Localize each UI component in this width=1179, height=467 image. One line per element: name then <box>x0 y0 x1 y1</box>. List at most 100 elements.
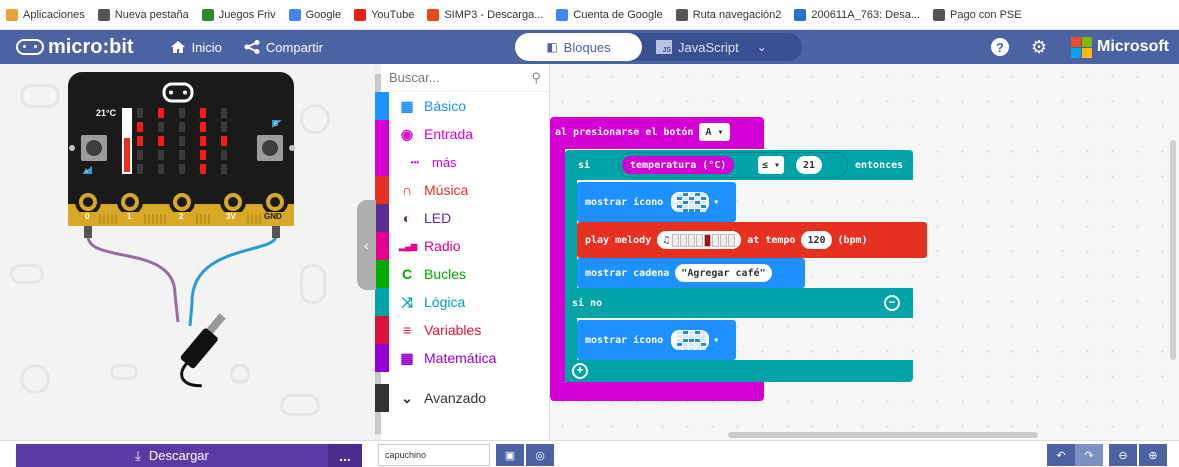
melody-note <box>696 233 704 247</box>
show-icon-block[interactable]: mostrar ícono ▾ <box>577 320 736 360</box>
melody-notes <box>672 233 736 247</box>
right-menu: ? ⚙ Microsoft <box>990 30 1179 64</box>
if-block-bottom <box>565 360 913 382</box>
github-button[interactable]: ◎ <box>526 444 554 466</box>
search-icon[interactable]: ⚲ <box>531 70 541 86</box>
javascript-mode-button[interactable]: JS JavaScript ⌄ <box>656 33 767 61</box>
bookmark-item[interactable]: 200611A_763: Desa... <box>794 8 920 21</box>
category-bucles[interactable]: C Bucles <box>375 260 549 288</box>
led <box>221 136 227 146</box>
string-input[interactable]: "Agregar café" <box>675 264 772 282</box>
icon-pixel <box>683 334 689 338</box>
save-button[interactable]: ▣ <box>496 444 524 466</box>
play-melody-block[interactable]: play melody ♫ at tempo 120 (bpm) <box>577 222 927 258</box>
icon-pixel <box>683 342 689 346</box>
led <box>221 108 227 118</box>
button-b[interactable] <box>262 140 278 156</box>
bookmark-item[interactable]: Juegos Friv <box>201 8 276 21</box>
svg-text:A: A <box>84 169 88 175</box>
project-name-input[interactable]: capuchino <box>378 444 490 466</box>
bookmark-item[interactable]: Aplicaciones <box>6 8 85 21</box>
help-icon[interactable]: ? <box>990 38 1009 56</box>
chevron-down-icon[interactable]: ▾ <box>713 335 719 346</box>
show-icon-block[interactable]: mostrar ícono ▾ <box>577 182 736 222</box>
js-file-icon: JS <box>656 40 672 54</box>
bookmark-item[interactable]: Google <box>288 8 341 21</box>
blocks-workspace[interactable]: al presionarse el botón A ▾ si temperatu… <box>550 64 1179 440</box>
category-entrada[interactable]: ◉ Entrada <box>375 120 549 148</box>
tempo-input[interactable]: 120 <box>801 231 832 249</box>
more-options-button[interactable]: ... <box>328 444 362 467</box>
icon-pixel <box>689 330 695 334</box>
microsoft-logo[interactable]: Microsoft <box>1071 36 1169 58</box>
undo-button[interactable]: ↶ <box>1047 444 1075 466</box>
headphone-jack <box>180 313 226 388</box>
bookmark-item[interactable]: SIMP3 - Descarga... <box>427 8 543 21</box>
icon-pixel <box>689 334 695 338</box>
temperature-slider-fill <box>124 138 130 172</box>
bookmark-item[interactable]: Ruta navegación2 <box>675 8 781 21</box>
home-button[interactable]: Inicio <box>170 40 222 55</box>
music-note-icon: ♫ <box>663 234 670 246</box>
category-básico[interactable]: ▦ Básico <box>375 92 549 120</box>
category-led[interactable]: ◐ LED <box>375 204 549 232</box>
category-lógica[interactable]: ⤨ Lógica <box>375 288 549 316</box>
bookmark-item[interactable]: YouTube <box>354 8 414 21</box>
category-variables[interactable]: ≡ Variables <box>375 316 549 344</box>
button-dropdown[interactable]: A ▾ <box>699 123 730 141</box>
share-button[interactable]: Compartir <box>244 40 323 55</box>
blocks-mode-button[interactable]: ◧ Bloques <box>515 33 642 61</box>
show-string-block[interactable]: mostrar cadena "Agregar café" <box>577 258 805 288</box>
operator-dropdown[interactable]: ≤ ▾ <box>758 156 785 174</box>
then-label: entonces <box>855 159 904 171</box>
bookmark-item[interactable]: Pago con PSE <box>933 8 1022 21</box>
led <box>179 122 185 132</box>
button-a[interactable] <box>86 140 102 156</box>
undo-icon: ↶ <box>1056 449 1066 462</box>
icon-pixel <box>677 330 683 334</box>
icon-pixel <box>689 208 695 212</box>
led <box>221 164 227 174</box>
download-button[interactable]: ⤓ Descargar <box>16 444 328 467</box>
icon-pixel <box>677 346 683 350</box>
icon-pixel <box>683 204 689 208</box>
search-input[interactable]: Buscar... <box>389 70 440 85</box>
chevron-down-icon[interactable]: ⌄ <box>757 40 767 54</box>
add-else-if-icon[interactable]: + <box>572 363 588 379</box>
icon-picker[interactable] <box>671 192 710 212</box>
menu-bar: micro:bit Inicio Compartir ◧ Bloques JS … <box>0 30 1179 64</box>
zoom-in-icon: ⊕ <box>1148 449 1158 462</box>
melody-note <box>712 233 720 247</box>
bookmark-item[interactable]: Nueva pestaña <box>97 8 189 21</box>
icon-pixel <box>677 208 683 212</box>
remove-else-icon[interactable]: − <box>884 295 900 311</box>
category-matemática[interactable]: ▦ Matemática <box>375 344 549 372</box>
category-música[interactable]: ∩ Música <box>375 176 549 204</box>
microbit-logo[interactable]: micro:bit <box>16 36 134 59</box>
category-más[interactable]: ••• más <box>375 148 549 176</box>
category-avanzado[interactable]: ⌄ Avanzado <box>375 384 549 412</box>
zoom-in-button[interactable]: ⊕ <box>1139 444 1167 466</box>
temperature-reporter[interactable]: temperatura (°C) <box>622 156 735 174</box>
icon-pixel <box>689 338 695 342</box>
icon-pixel <box>701 334 707 338</box>
threshold-input[interactable]: 21 <box>796 156 823 174</box>
editor-mode-toggle: ◧ Bloques JS JavaScript ⌄ <box>515 33 802 61</box>
gear-icon[interactable]: ⚙ <box>1031 37 1047 58</box>
melody-note <box>720 233 728 247</box>
bookmark-item[interactable]: Cuenta de Google <box>556 8 663 21</box>
led <box>158 122 164 132</box>
icon-pixel <box>689 204 695 208</box>
zoom-out-button[interactable]: ⊖ <box>1109 444 1137 466</box>
workspace-horizontal-scrollbar[interactable] <box>728 432 1038 438</box>
workspace-vertical-scrollbar[interactable] <box>1170 140 1176 360</box>
redo-button[interactable]: ↷ <box>1075 444 1103 466</box>
toolbox-search[interactable]: Buscar... ⚲ <box>389 64 549 92</box>
melody-picker[interactable]: ♫ <box>657 231 742 249</box>
chevron-down-icon[interactable]: ▾ <box>713 197 719 208</box>
category-radio[interactable]: ▂▄▆ Radio <box>375 232 549 260</box>
icon-pixel <box>677 192 683 196</box>
collapse-toolbox-button[interactable]: ‹ <box>357 200 376 290</box>
led <box>221 150 227 160</box>
icon-picker[interactable] <box>671 330 710 350</box>
